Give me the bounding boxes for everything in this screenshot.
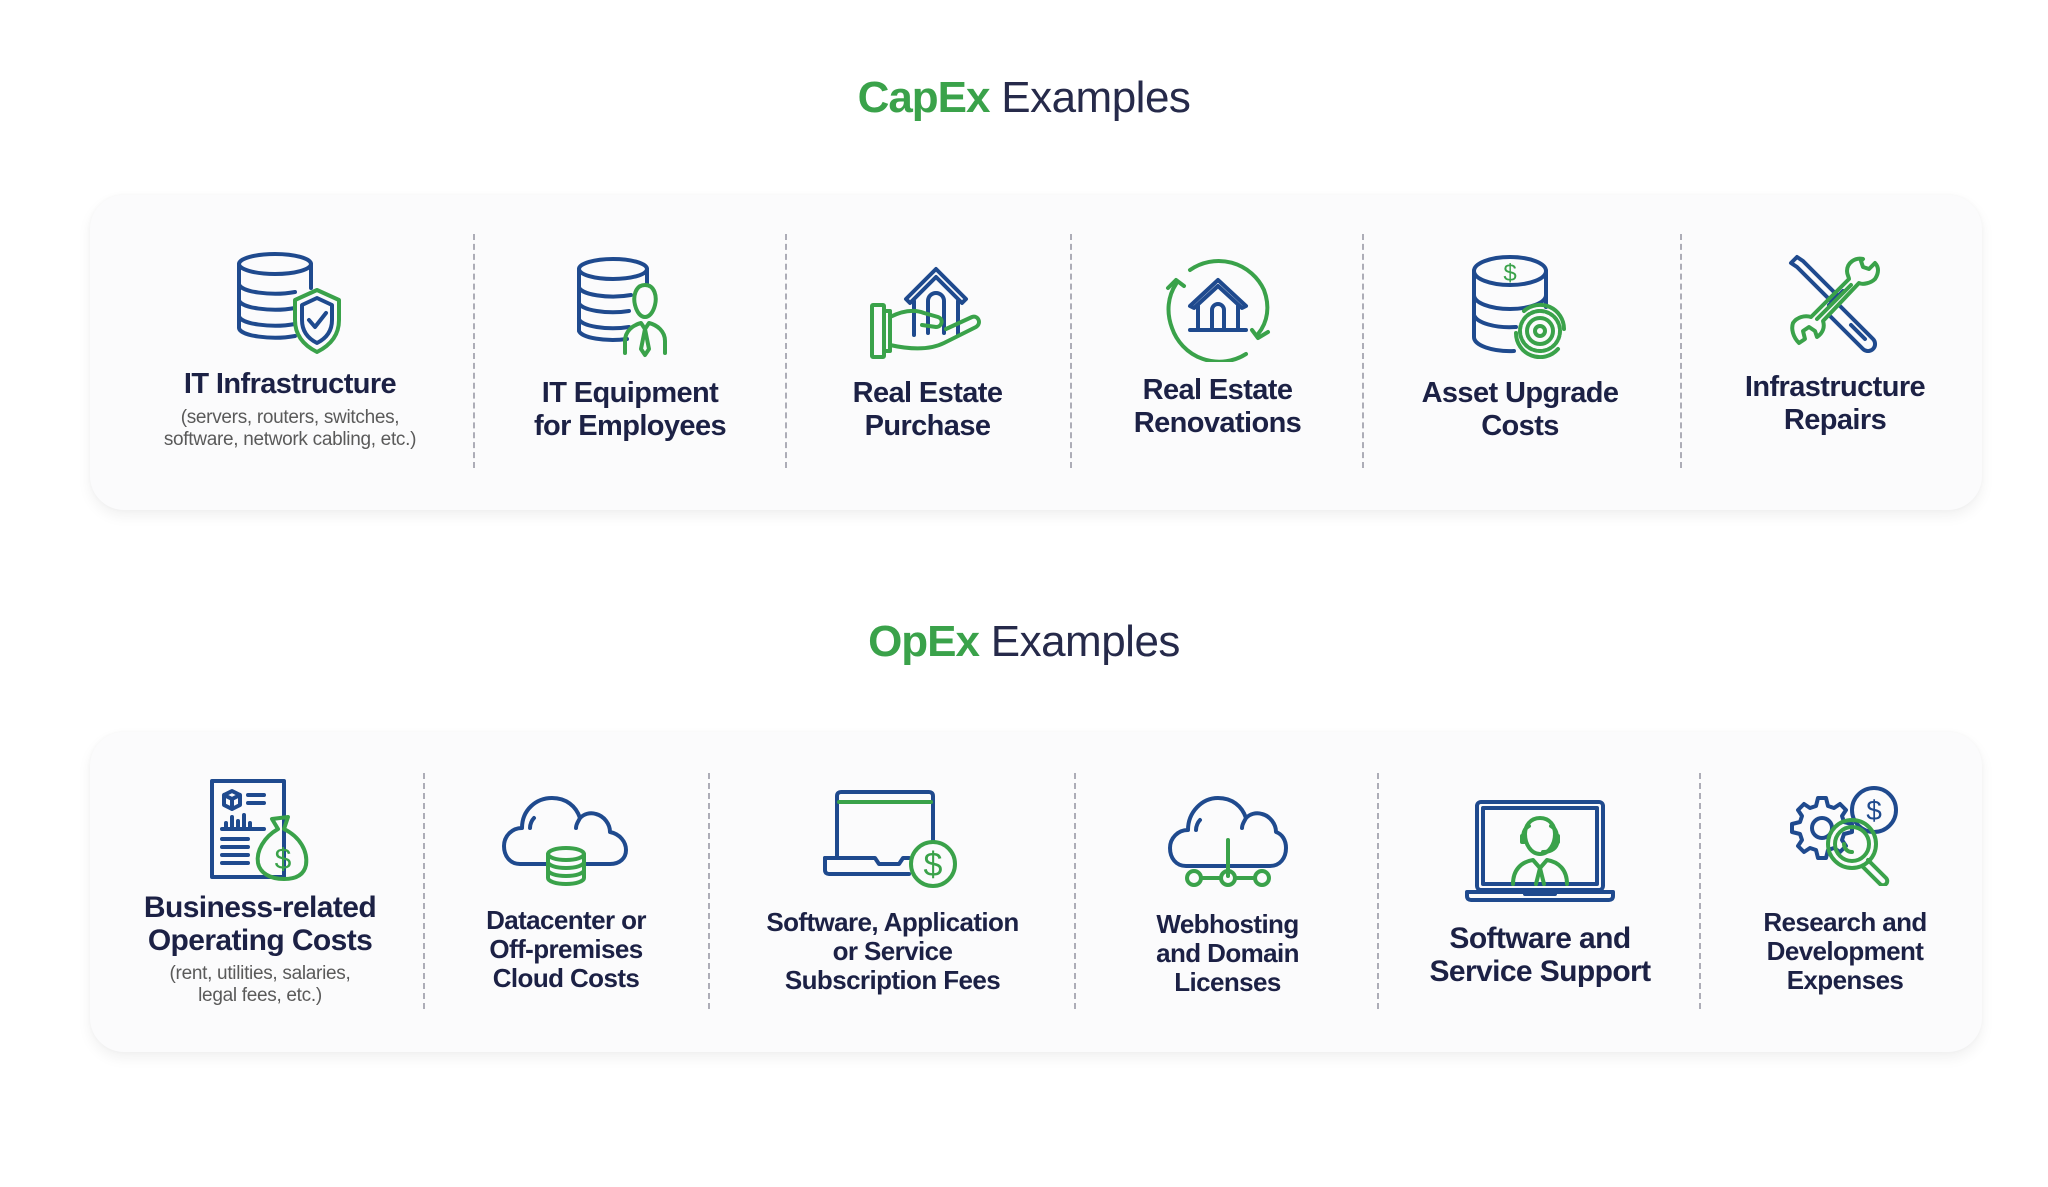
item-title-line: Infrastructure — [1744, 371, 1926, 403]
item-subtitle-line: legal fees, etc.) — [198, 985, 322, 1006]
laptop-dollar-icon: $ — [822, 790, 957, 888]
coins-gear-icon: $ — [1471, 255, 1567, 359]
opex-title-accent: OpEx — [868, 617, 980, 666]
item-title-line: Repairs — [1783, 404, 1887, 436]
divider — [1699, 773, 1701, 1009]
item-title: Real Estate Renovations — [1075, 374, 1360, 440]
cloud-database-icon — [502, 796, 628, 886]
capex-examples-card: IT Infrastructure (servers, routers, swi… — [90, 195, 1982, 510]
item-title-line: Cloud Costs — [492, 963, 640, 993]
item-subtitle: (servers, routers, switches, software, n… — [130, 407, 450, 451]
gear-dollar-magnifier-icon: $ — [1790, 786, 1898, 886]
item-title: Software, Application or Service Subscri… — [715, 908, 1070, 995]
database-shield-icon — [237, 252, 341, 354]
capex-section-title: CapEx Examples — [0, 72, 2048, 124]
item-title-line: Real Estate — [1142, 374, 1293, 406]
divider — [1680, 234, 1682, 468]
opex-item-software-service-support: Software and Service Support — [1385, 798, 1695, 988]
item-title: Webhosting and Domain Licenses — [1085, 910, 1370, 997]
item-title-line: Purchase — [864, 410, 991, 442]
item-title: Infrastructure Repairs — [1690, 371, 1980, 437]
item-title-line: Research and — [1763, 907, 1927, 937]
svg-text:$: $ — [1503, 260, 1516, 287]
opex-section-title: OpEx Examples — [0, 616, 2048, 668]
item-title: Real Estate Purchase — [790, 377, 1065, 443]
opex-title-rest: Examples — [979, 617, 1181, 666]
svg-text:$: $ — [1866, 795, 1882, 826]
item-title-line: Subscription Fees — [784, 965, 1001, 995]
item-title-line: IT Infrastructure — [183, 368, 397, 400]
divider — [423, 773, 425, 1009]
item-title: Business-related Operating Costs — [110, 891, 410, 957]
capex-item-it-equipment: IT Equipment for Employees — [490, 255, 770, 443]
house-in-hand-icon — [869, 267, 981, 359]
capex-item-infrastructure-repairs: Infrastructure Repairs — [1690, 253, 1980, 437]
opex-item-datacenter-cloud-costs: Datacenter or Off-premises Cloud Costs — [430, 792, 702, 993]
item-title: IT Infrastructure — [130, 368, 450, 401]
opex-item-software-subscription-fees: $ Software, Application or Service Subsc… — [715, 788, 1070, 995]
divider — [785, 234, 787, 468]
item-subtitle: (rent, utilities, salaries, legal fees, … — [110, 963, 410, 1007]
item-title-line: Renovations — [1133, 407, 1302, 439]
wrench-screwdriver-icon — [1789, 255, 1880, 353]
item-title-line: Real Estate — [852, 377, 1003, 409]
item-title: IT Equipment for Employees — [490, 377, 770, 443]
report-money-bag-icon: $ — [210, 779, 309, 881]
item-title-line: Business-related — [143, 891, 377, 924]
capex-item-real-estate-renovations: Real Estate Renovations — [1075, 250, 1360, 440]
capex-item-it-infrastructure: IT Infrastructure (servers, routers, swi… — [130, 250, 450, 451]
item-title: Research and Development Expenses — [1710, 908, 1980, 995]
capex-item-real-estate-purchase: Real Estate Purchase — [790, 255, 1065, 443]
opex-item-research-development: $ Research and Development Expenses — [1710, 786, 1980, 995]
divider — [1074, 773, 1076, 1009]
item-title: Asset Upgrade Costs — [1370, 377, 1670, 443]
item-title-line: Software, Application — [766, 907, 1019, 937]
item-title-line: IT Equipment — [541, 377, 719, 409]
item-title-line: Licenses — [1174, 967, 1281, 997]
divider — [708, 773, 710, 1009]
capex-item-asset-upgrade: $ Asset Upgrade Costs — [1370, 255, 1670, 443]
item-subtitle-line: (servers, routers, switches, — [180, 407, 400, 428]
capex-title-accent: CapEx — [857, 73, 991, 122]
item-title-line: Costs — [1481, 410, 1559, 442]
item-title-line: Service Support — [1429, 955, 1651, 988]
laptop-support-agent-icon — [1465, 800, 1615, 902]
item-title: Software and Service Support — [1385, 922, 1695, 988]
opex-item-webhosting-domain-licenses: Webhosting and Domain Licenses — [1085, 790, 1370, 997]
house-refresh-icon — [1165, 259, 1270, 362]
item-title-line: Software and — [1449, 922, 1631, 955]
item-title-line: Operating Costs — [147, 924, 373, 957]
item-title-line: for Employees — [533, 410, 727, 442]
item-title-line: or Service — [832, 936, 953, 966]
item-title-line: Off-premises — [489, 934, 643, 964]
item-subtitle-line: (rent, utilities, salaries, — [169, 963, 351, 984]
cloud-network-icon — [1167, 796, 1288, 887]
svg-text:$: $ — [923, 846, 942, 884]
item-title-line: Datacenter or — [486, 905, 646, 935]
database-employee-icon — [577, 257, 667, 357]
item-title-line: Development — [1766, 936, 1924, 966]
item-title-line: Expenses — [1786, 965, 1904, 995]
item-subtitle-line: software, network cabling, etc.) — [163, 429, 417, 450]
opex-examples-card: $ Business-related Operating Costs (rent… — [90, 732, 1982, 1052]
divider — [1362, 234, 1364, 468]
item-title-line: Webhosting — [1156, 909, 1299, 939]
divider — [1377, 773, 1379, 1009]
item-title-line: Asset Upgrade — [1421, 377, 1619, 409]
item-title-line: and Domain — [1156, 938, 1299, 968]
divider — [1070, 234, 1072, 468]
opex-item-business-operating-costs: $ Business-related Operating Costs (rent… — [110, 777, 410, 1007]
svg-text:$: $ — [275, 843, 292, 876]
item-title: Datacenter or Off-premises Cloud Costs — [430, 906, 702, 993]
divider — [473, 234, 475, 468]
capex-title-rest: Examples — [989, 73, 1191, 122]
